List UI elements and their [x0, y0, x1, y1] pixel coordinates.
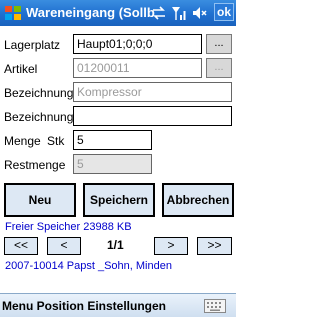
- record-info-text: 2007-10014 Papst _Sohn, Minden: [5, 260, 172, 272]
- title-bar: Wareneingang (Sollb ok: [0, 0, 236, 26]
- window-title: Wareneingang (Sollb: [26, 5, 155, 20]
- restmenge-input: 5: [73, 154, 152, 174]
- bezeichnung-label: Bezeichnung: [4, 86, 74, 100]
- last-record-button[interactable]: >>: [197, 237, 232, 255]
- windows-start-icon[interactable]: [3, 3, 23, 23]
- neu-button[interactable]: Neu: [4, 183, 76, 217]
- lagerplatz-label: Lagerplatz: [4, 38, 61, 52]
- signal-icon[interactable]: [171, 5, 187, 21]
- artikel-label: Artikel: [4, 62, 38, 76]
- page-indicator: 1/1: [107, 238, 124, 252]
- menge-unit: Stk: [47, 134, 65, 148]
- free-memory-text: Freier Speicher 23988 KB: [5, 221, 132, 233]
- menu-items[interactable]: Menu Position Einstellungen: [2, 299, 166, 313]
- artikel-input[interactable]: 01200011: [73, 58, 202, 78]
- previous-record-button[interactable]: <: [47, 237, 81, 255]
- next-record-button[interactable]: >: [154, 237, 188, 255]
- keyboard-icon[interactable]: [204, 299, 226, 313]
- abbrechen-button[interactable]: Abbrechen: [162, 183, 234, 217]
- ok-button[interactable]: ok: [214, 3, 234, 21]
- speichern-button[interactable]: Speichern: [83, 183, 155, 217]
- sync-icon[interactable]: [151, 5, 167, 21]
- bezeichnung-input[interactable]: Kompressor: [73, 82, 232, 102]
- artikel-browse-button[interactable]: ...: [206, 58, 232, 78]
- menu-bar: Menu Position Einstellungen: [0, 293, 236, 317]
- lagerplatz-browse-button[interactable]: ...: [206, 34, 232, 54]
- bezeichnung-2-label: Bezeichnung: [4, 110, 74, 124]
- lagerplatz-input[interactable]: Haupt01;0;0;0: [73, 34, 202, 54]
- menge-label: Menge: [4, 134, 41, 148]
- volume-icon[interactable]: [191, 5, 207, 21]
- menge-input[interactable]: 5: [73, 130, 152, 150]
- bezeichnung-2-input[interactable]: [73, 106, 232, 126]
- first-record-button[interactable]: <<: [4, 237, 38, 255]
- restmenge-label: Restmenge: [4, 158, 66, 172]
